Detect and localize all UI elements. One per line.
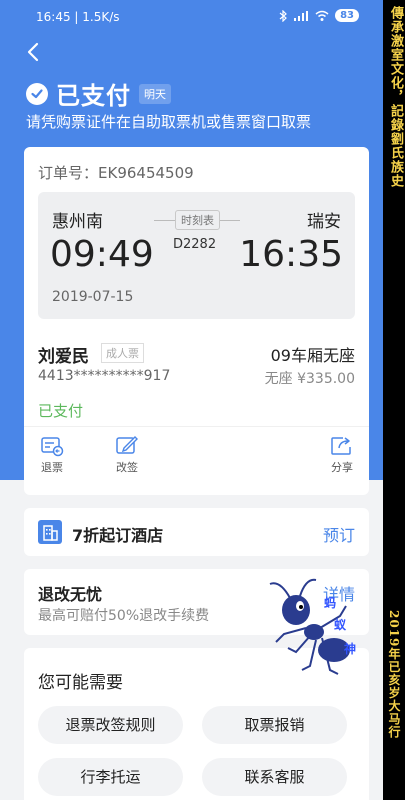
order-card: 订单号：EK96454509 惠州南 瑞安 时刻表 D2282 09:49 16… [24, 147, 369, 495]
customer-service-button[interactable]: 联系客服 [202, 758, 347, 796]
divider [24, 426, 369, 427]
suggestions-title: 您可能需要 [38, 673, 123, 693]
wifi-icon [315, 10, 329, 21]
reimbursement-button[interactable]: 取票报销 [202, 706, 347, 744]
passenger-name: 刘爱民 [38, 347, 89, 367]
hotel-promo-card[interactable]: 7折起订酒店 预订 [24, 508, 369, 556]
banner-top-text: 傳承激室文化，記錄劉氏族史 [388, 6, 403, 188]
hotel-book-link[interactable]: 预订 [323, 522, 355, 546]
insurance-subtitle: 最高可赔付50%退改手续费 [38, 608, 210, 624]
watermark-char: 蚁 [334, 618, 347, 632]
share-icon [331, 437, 351, 455]
change-label: 改签 [116, 461, 138, 474]
refund-label: 退票 [41, 461, 63, 474]
id-number: 4413**********917 [38, 368, 171, 384]
refund-icon [41, 437, 64, 457]
side-banner: 傳承激室文化，記錄劉氏族史 2019年已亥岁大马行 [383, 0, 405, 800]
app-screen: 16:45 | 1.5K/s 83 已支付 明天 请凭购票证件在自助取票机或售票… [0, 0, 383, 800]
ant-watermark-icon [269, 578, 350, 675]
edit-icon [116, 436, 138, 454]
refund-button[interactable]: 退票 [34, 435, 70, 475]
battery-indicator: 83 [335, 9, 359, 22]
train-number: D2282 [173, 237, 217, 252]
refund-rules-button[interactable]: 退票改签规则 [38, 706, 183, 744]
watermark-char: 神 [344, 642, 357, 656]
share-button[interactable]: 分享 [324, 435, 360, 475]
order-number: 订单号：EK96454509 [38, 164, 194, 182]
pay-status: 已支付 [38, 402, 84, 420]
bluetooth-icon [279, 9, 287, 22]
seat-info: 09车厢无座 [270, 346, 355, 365]
share-label: 分享 [331, 461, 353, 474]
departure-station: 惠州南 [52, 212, 103, 232]
hotel-promo-text: 7折起订酒店 [72, 526, 164, 545]
status-bar: 16:45 | 1.5K/s 83 [0, 0, 383, 34]
status-title: 已支付 [56, 82, 131, 110]
day-tag: 明天 [139, 83, 171, 104]
change-button[interactable]: 改签 [109, 435, 145, 475]
check-circle-icon [26, 82, 48, 105]
arrival-station: 瑞安 [307, 212, 341, 232]
clock: 16:45 [36, 10, 71, 24]
network-speed: 1.5K/s [82, 10, 120, 24]
ticket-type-badge: 成人票 [101, 343, 144, 363]
pickup-tip: 请凭购票证件在自助取票机或售票窗口取票 [26, 113, 312, 131]
timetable-button[interactable]: 时刻表 [175, 210, 220, 230]
divider-line [154, 220, 176, 221]
arrival-time: 16:35 [239, 234, 343, 275]
departure-time: 09:49 [50, 234, 154, 275]
watermark-char: 蚂 [324, 596, 337, 610]
travel-date: 2019-07-15 [52, 289, 134, 305]
payment-status: 已支付 明天 [26, 76, 171, 111]
back-arrow-icon[interactable] [24, 40, 44, 64]
train-info: 惠州南 瑞安 时刻表 D2282 09:49 16:35 2019-07-15 [38, 192, 355, 319]
ticket-price: 无座 ¥335.00 [264, 371, 355, 387]
luggage-button[interactable]: 行李托运 [38, 758, 183, 796]
insurance-title: 退改无忧 [38, 585, 103, 604]
signal-icon [294, 10, 309, 21]
divider-line [218, 220, 240, 221]
hotel-icon [38, 520, 62, 544]
banner-bottom-text: 2019年已亥岁大马行 [387, 610, 401, 739]
